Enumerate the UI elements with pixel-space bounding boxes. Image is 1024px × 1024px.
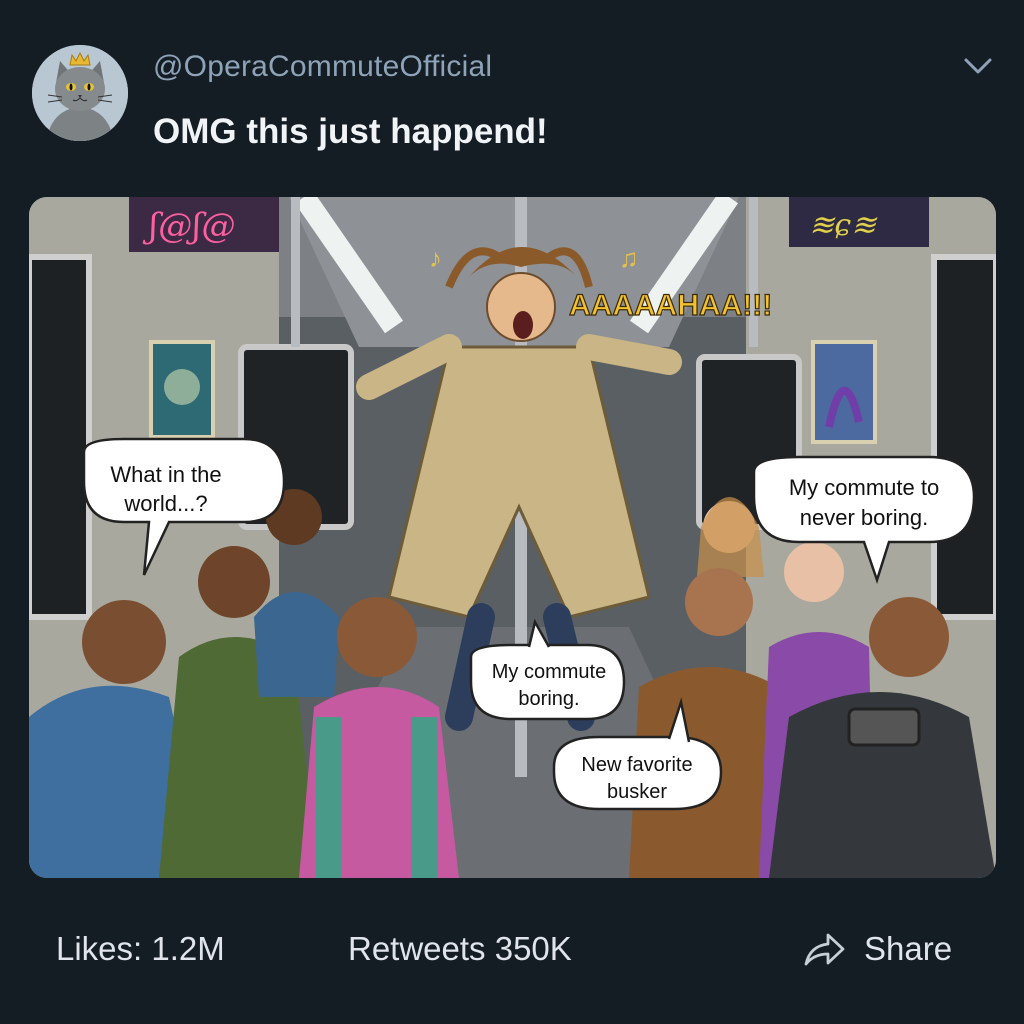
bubble-line: My commute <box>492 661 606 683</box>
avatar[interactable] <box>32 45 128 141</box>
share-button[interactable]: Share <box>802 930 952 968</box>
post-text: OMG this just happend! <box>153 112 548 151</box>
chevron-down-icon[interactable] <box>958 50 998 84</box>
action-bar: Likes: 1.2M Retweets 350K Share <box>0 920 1024 980</box>
scream-text: AAAAAHAA!!! <box>569 289 772 322</box>
bubble-line: My commute to <box>789 475 939 500</box>
share-label: Share <box>864 930 953 967</box>
bubble-line: world...? <box>123 491 207 516</box>
graffiti-right: ≋ɕ≋ <box>809 208 878 243</box>
social-post: @OperaCommuteOfficial OMG this just happ… <box>0 0 1024 1024</box>
share-arrow-icon <box>804 933 845 966</box>
retweets-button[interactable]: Retweets 350K <box>348 930 572 968</box>
graffiti-left: ʃ@ʃ@ <box>142 206 235 246</box>
bubble-line: never boring. <box>800 505 928 530</box>
bubble-line: busker <box>607 781 667 803</box>
post-image[interactable]: ʃ@ʃ@ ≋ɕ≋ ♪ ♫ AAAAAHAA!!! What in the wor… <box>29 197 996 878</box>
bubble-line: New favorite <box>581 754 692 776</box>
bubble-line: boring. <box>518 688 579 710</box>
music-note-icon: ♪ <box>429 243 442 273</box>
likes-button[interactable]: Likes: 1.2M <box>56 930 225 968</box>
subway-illustration: ʃ@ʃ@ ≋ɕ≋ ♪ ♫ AAAAAHAA!!! What in the wor… <box>29 197 996 878</box>
cat-avatar-icon <box>32 45 128 141</box>
music-note-icon: ♫ <box>619 243 639 273</box>
bubble-line: What in the <box>110 462 221 487</box>
post-handle[interactable]: @OperaCommuteOfficial <box>153 50 492 84</box>
